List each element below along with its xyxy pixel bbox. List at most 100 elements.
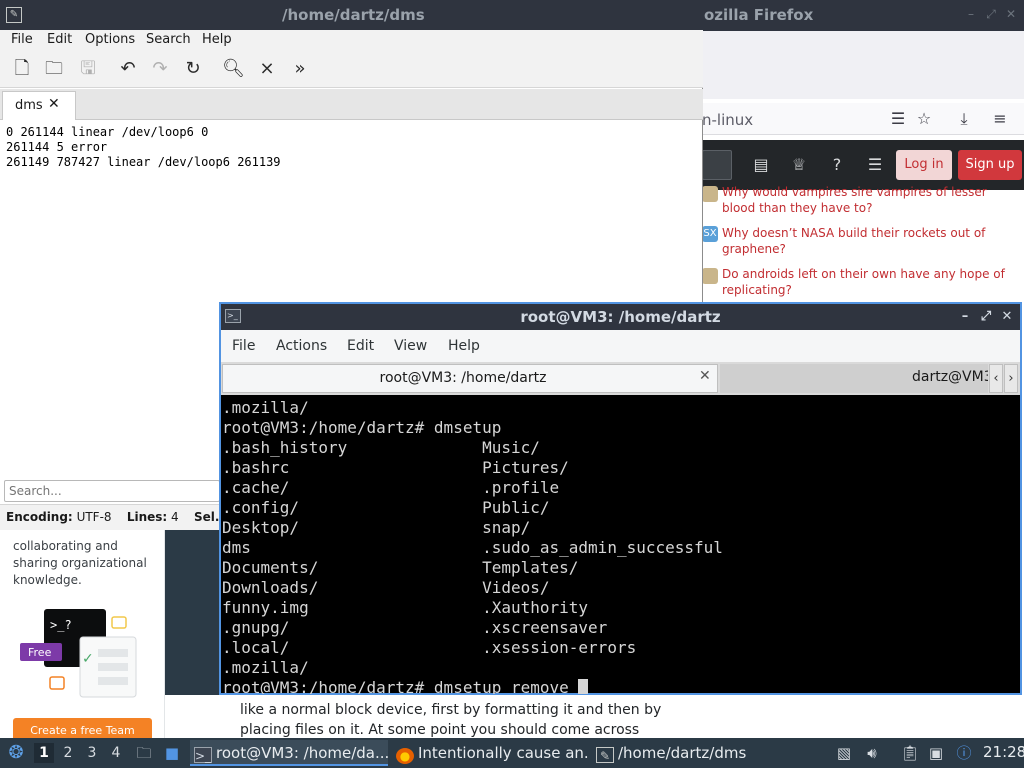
workspace-3[interactable]: 3: [82, 743, 102, 763]
space-exploration-site-icon: SX: [702, 226, 718, 242]
system-monitor-icon[interactable]: ▧: [834, 743, 854, 763]
volume-icon[interactable]: 🔊︎: [862, 743, 882, 763]
firefox-titlebar[interactable]: ozilla Firefox – ⤢ ✕: [702, 0, 1024, 31]
terminal-title: root@VM3: /home/dartz: [520, 308, 721, 326]
terminal-line: .cache/ .profile: [222, 478, 560, 497]
url-text[interactable]: n-linux: [702, 111, 753, 129]
hot-question-link[interactable]: Do androids left on their own have any h…: [722, 266, 1012, 298]
menu-view[interactable]: View: [394, 338, 427, 354]
terminal-line: .bash_history Music/: [222, 438, 540, 457]
menu-file[interactable]: File: [11, 32, 33, 47]
task-terminal[interactable]: >_ root@VM3: /home/da...: [190, 740, 388, 766]
search-icon[interactable]: 🔍︎: [222, 58, 245, 80]
stackexchange-icon[interactable]: ☰: [864, 154, 886, 176]
tab-scroll-right-icon[interactable]: ›: [1004, 364, 1018, 393]
create-team-button[interactable]: Create a free Team: [13, 718, 152, 738]
hot-question-link[interactable]: Why would vampires sire vampires of less…: [722, 184, 1012, 216]
hot-question-link[interactable]: Why doesn’t NASA build their rockets out…: [722, 225, 1012, 257]
help-icon[interactable]: ?: [826, 154, 848, 176]
find-replace-icon[interactable]: ⨯: [256, 58, 278, 80]
menu-search[interactable]: Search: [146, 32, 191, 47]
site-search-input[interactable]: [702, 150, 732, 180]
show-desktop-icon[interactable]: ■: [162, 743, 182, 763]
menu-file[interactable]: File: [232, 338, 255, 354]
workspace-4[interactable]: 4: [106, 743, 126, 763]
clipboard-icon[interactable]: 📋︎: [900, 743, 920, 763]
editor-search-box[interactable]: [4, 480, 220, 502]
download-icon[interactable]: ⤓: [954, 109, 974, 129]
menu-actions[interactable]: Actions: [276, 338, 327, 354]
workspace-2[interactable]: 2: [58, 743, 78, 763]
terminal-titlebar[interactable]: >_ root@VM3: /home/dartz – ⤢ ✕: [221, 304, 1020, 330]
svg-text:✓: ✓: [82, 651, 94, 667]
open-folder-icon[interactable]: 🗀: [43, 58, 65, 80]
login-button[interactable]: Log in: [896, 150, 952, 180]
tab-dms[interactable]: dms ✕: [2, 91, 76, 120]
tab-close-icon[interactable]: ✕: [699, 368, 711, 384]
maximize-icon[interactable]: ⤢: [984, 7, 998, 21]
menu-edit[interactable]: Edit: [47, 32, 72, 47]
task-firefox[interactable]: ● Intentionally cause an...: [392, 740, 590, 766]
encoding-value: UTF-8: [76, 510, 112, 524]
menu-options[interactable]: Options: [85, 32, 135, 47]
menu-help[interactable]: Help: [202, 32, 232, 47]
terminal-prompt-line: root@VM3:/home/dartz# dmsetup remove: [222, 678, 1018, 694]
reader-view-icon[interactable]: ☰: [888, 109, 908, 129]
save-icon[interactable]: 🖫: [77, 58, 99, 80]
worldbuilding-site-icon: [702, 268, 718, 284]
redo-icon[interactable]: ↷: [149, 58, 171, 80]
start-menu-icon[interactable]: ❂: [4, 741, 28, 765]
terminal-line: .mozilla/: [222, 398, 309, 417]
new-document-icon[interactable]: 🗋: [11, 58, 33, 80]
undo-icon[interactable]: ↶: [117, 58, 139, 80]
terminal-window: >_ root@VM3: /home/dartz – ⤢ ✕ File Acti…: [219, 302, 1022, 695]
task-label: /home/dartz/dms: [618, 744, 747, 762]
editor-search-input[interactable]: [9, 482, 209, 500]
inbox-icon[interactable]: ▤: [750, 154, 772, 176]
menu-edit[interactable]: Edit: [347, 338, 374, 354]
workspace-1[interactable]: 1: [34, 743, 54, 763]
terminal-line: .gnupg/ .xscreensaver: [222, 618, 608, 637]
editor-line: 261149 787427 linear /dev/loop6 261139: [6, 155, 281, 169]
bookmark-star-icon[interactable]: ☆: [914, 109, 934, 129]
display-icon[interactable]: ▣: [926, 743, 946, 763]
terminal-line: .bashrc Pictures/: [222, 458, 569, 477]
editor-text-area[interactable]: 0 261144 linear /dev/loop6 0 261144 5 err…: [6, 125, 696, 170]
maximize-icon[interactable]: ⤢: [978, 308, 994, 326]
signup-button[interactable]: Sign up: [958, 150, 1022, 180]
terminal-menubar: File Actions Edit View Help: [221, 330, 1020, 362]
tab-label: root@VM3: /home/dartz: [379, 370, 547, 386]
editor-title: /home/dartz/dms: [282, 6, 425, 24]
clock[interactable]: 21:28: [983, 743, 1024, 761]
tab-scroll-left-icon[interactable]: ‹: [989, 364, 1003, 393]
terminal-tabbar: root@VM3: /home/dartz ✕ dartz@VM3 ‹ ›: [221, 362, 1020, 395]
prompt-command: root@VM3:/home/dartz# dmsetup remove: [222, 678, 579, 694]
trophy-icon[interactable]: ♕: [788, 154, 810, 176]
hamburger-menu-icon[interactable]: ≡: [990, 109, 1010, 129]
editor-titlebar[interactable]: ✎ /home/dartz/dms: [0, 0, 703, 30]
file-manager-icon[interactable]: 🗀: [134, 743, 154, 763]
task-editor[interactable]: ✎/home/dartz/dms: [592, 740, 752, 766]
stackexchange-topbar: ▤ ♕ ? ☰ Log in Sign up: [702, 140, 1024, 190]
status-text: Encoding: UTF-8 Lines: 4 Sel. C: [6, 510, 232, 524]
editor-line: 0 261144 linear /dev/loop6 0: [6, 125, 209, 139]
terminal-line: funny.img .Xauthority: [222, 598, 589, 617]
worldbuilding-site-icon: [702, 186, 718, 202]
terminal-glyph-text: >_?: [50, 618, 72, 632]
more-tools-icon[interactable]: »: [289, 58, 311, 80]
terminal-output[interactable]: .mozilla/root@VM3:/home/dartz# dmsetup .b…: [222, 398, 1018, 694]
close-icon[interactable]: ✕: [1004, 7, 1018, 21]
editor-line: 261144 5 error: [6, 140, 108, 154]
minimize-icon[interactable]: –: [964, 7, 978, 21]
terminal-tab-inactive[interactable]: dartz@VM3: [720, 364, 988, 393]
encoding-label: Encoding:: [6, 510, 73, 524]
tab-close-icon[interactable]: ✕: [48, 96, 60, 112]
reload-icon[interactable]: ↻: [182, 58, 204, 80]
minimize-icon[interactable]: –: [957, 308, 973, 326]
firefox-urlbar[interactable]: n-linux ☰ ☆ ⤓ ≡: [702, 103, 1024, 135]
close-icon[interactable]: ✕: [999, 308, 1015, 326]
terminal-line: Downloads/ Videos/: [222, 578, 550, 597]
terminal-tab-active[interactable]: root@VM3: /home/dartz ✕: [222, 364, 718, 393]
menu-help[interactable]: Help: [448, 338, 480, 354]
notification-info-icon[interactable]: ⓘ: [954, 743, 974, 763]
